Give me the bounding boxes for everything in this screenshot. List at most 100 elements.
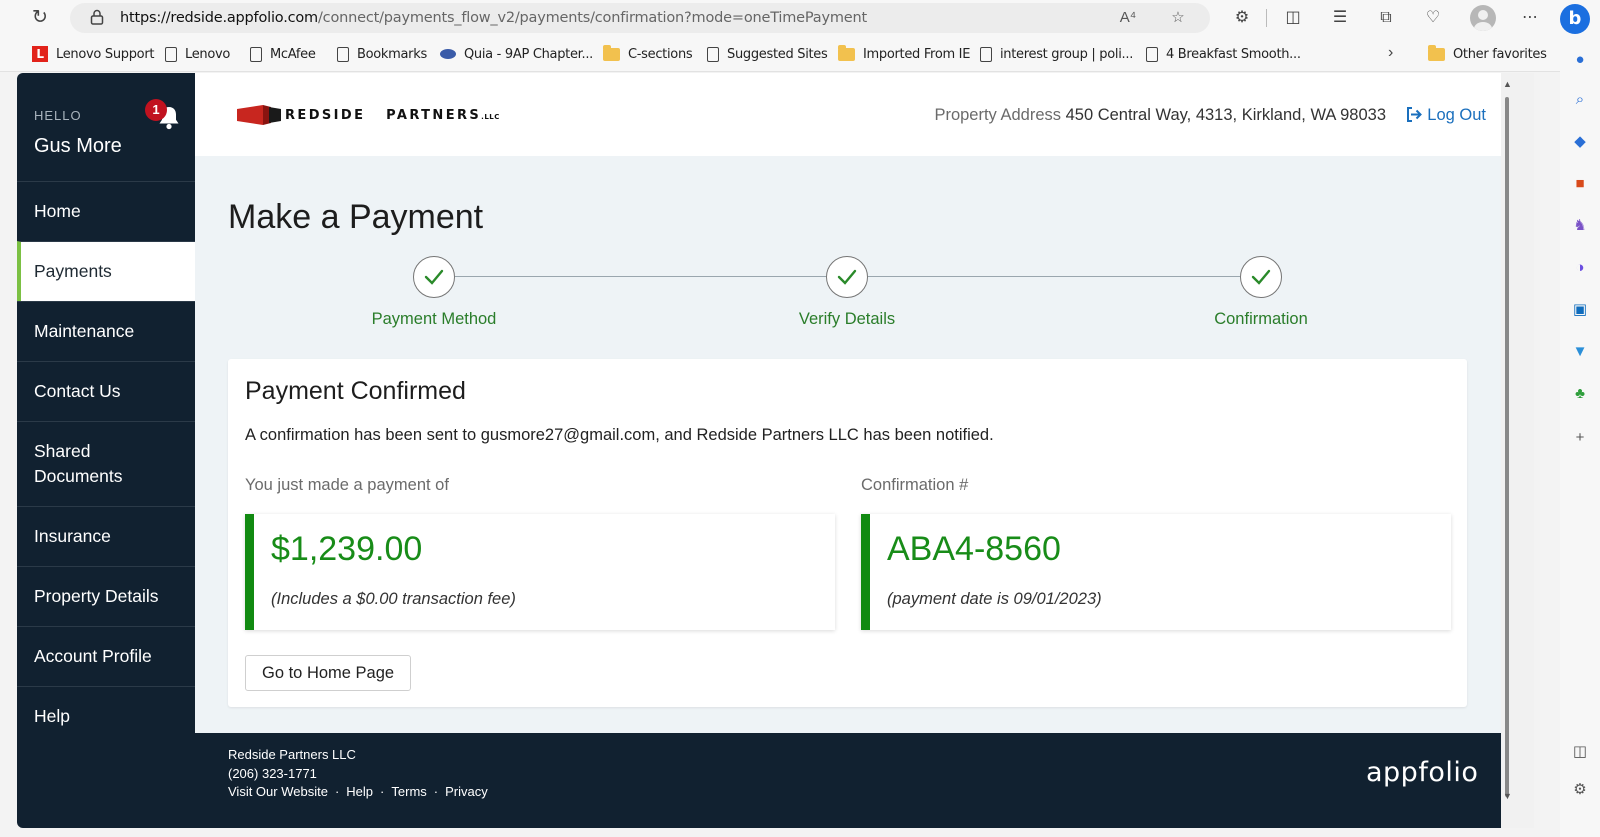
read-aloud-icon[interactable]: A⁴	[1118, 8, 1138, 28]
sidebar-item-help[interactable]: Help	[17, 686, 195, 746]
footer-separator: ·	[433, 784, 439, 799]
payment-date-note: (payment date is 09/01/2023)	[887, 590, 1102, 608]
footer-link-website[interactable]: Visit Our Website	[228, 784, 328, 799]
bookmark-mcafee[interactable]: McAfee	[250, 44, 316, 64]
quia-icon	[440, 49, 456, 59]
sidebar-item-property-details[interactable]: Property Details	[17, 566, 195, 626]
copilot-icon[interactable]: ●	[1570, 50, 1590, 70]
bookmark-label: Imported From IE	[863, 46, 971, 62]
notification-badge[interactable]: 1	[145, 99, 167, 121]
bookmark-label: Bookmarks	[357, 46, 427, 62]
lock-icon[interactable]	[90, 9, 104, 25]
sidebar-item-home[interactable]: Home	[17, 181, 195, 241]
reload-icon[interactable]: ↻	[28, 6, 52, 30]
chevron-right-icon[interactable]: ›	[1388, 44, 1393, 62]
step-check-icon	[826, 256, 868, 298]
bookmark-interest-group[interactable]: interest group | poli...	[980, 44, 1133, 64]
sidebar-item-maintenance[interactable]: Maintenance	[17, 301, 195, 361]
footer-phone: (206) 323-1771	[228, 766, 317, 781]
address-bar[interactable]: https://redside.appfolio.com/connect/pay…	[70, 3, 1210, 33]
sidebar-item-insurance[interactable]: Insurance	[17, 506, 195, 566]
bookmark-lenovo-support[interactable]: L Lenovo Support	[32, 44, 154, 64]
logout-label: Log Out	[1427, 106, 1486, 124]
settings-gear-icon[interactable]: ⚙	[1570, 780, 1590, 800]
amount-label: You just made a payment of	[245, 476, 449, 494]
footer-links: Visit Our Website · Help · Terms · Privacy	[228, 784, 488, 799]
browser-essentials-icon[interactable]: ♡	[1421, 6, 1445, 30]
page-scrollbar[interactable]: ▲ ▼	[1501, 73, 1534, 828]
logout-link[interactable]: Log Out	[1406, 106, 1486, 125]
footer-link-help[interactable]: Help	[346, 784, 373, 799]
url-host: https://redside.appfolio.com	[120, 10, 318, 26]
outlook-icon[interactable]: ▣	[1570, 300, 1590, 320]
footer-link-terms[interactable]: Terms	[391, 784, 426, 799]
sidebar-item-payments[interactable]: Payments	[17, 241, 195, 301]
bookmark-imported-from-ie[interactable]: Imported From IE	[838, 44, 970, 64]
confirmation-message: A confirmation has been sent to gusmore2…	[245, 426, 994, 444]
amount-panel: $1,239.00 (Includes a $0.00 transaction …	[245, 514, 835, 630]
bookmark-bookmarks[interactable]: Bookmarks	[337, 44, 427, 64]
folder-icon	[603, 44, 620, 61]
scroll-up-icon[interactable]: ▲	[1503, 79, 1512, 89]
page-icon	[165, 46, 177, 62]
sidebar-toggle-icon[interactable]: ◫	[1570, 742, 1590, 762]
sidebar-item-shared-documents[interactable]: Shared Documents	[17, 421, 195, 506]
fee-note: (Includes a $0.00 transaction fee)	[271, 590, 516, 608]
redside-logo-mark-icon	[237, 105, 281, 125]
bookmark-c-sections[interactable]: C-sections	[603, 44, 693, 64]
search-icon[interactable]: ⌕	[1570, 90, 1590, 110]
games-icon[interactable]: ♞	[1570, 216, 1590, 236]
sidebar-nav: Home Payments Maintenance Contact Us Sha…	[17, 181, 195, 746]
bookmark-label: Quia - 9AP Chapter...	[464, 46, 594, 62]
page-icon	[337, 46, 349, 62]
footer-separator: ·	[334, 784, 340, 799]
extensions-icon[interactable]: ⚙	[1230, 6, 1254, 30]
more-menu-icon[interactable]: ⋯	[1518, 6, 1542, 30]
microsoft-365-icon[interactable]: ◑	[1570, 258, 1590, 278]
sidebar-item-account-profile[interactable]: Account Profile	[17, 626, 195, 686]
page-icon	[1146, 46, 1158, 62]
profile-avatar[interactable]	[1470, 5, 1496, 31]
split-screen-icon[interactable]: ◫	[1281, 6, 1305, 30]
favorites-icon[interactable]: ☰	[1328, 6, 1352, 30]
tools-icon[interactable]: ■	[1570, 174, 1590, 194]
collections-icon[interactable]: ⧉	[1374, 6, 1398, 30]
tree-icon[interactable]: ♣	[1570, 384, 1590, 404]
step-check-icon	[1240, 256, 1282, 298]
confirmation-title: Payment Confirmed	[245, 377, 466, 405]
drop-icon[interactable]: ▼	[1570, 342, 1590, 362]
step-confirmation: Confirmation	[1161, 256, 1361, 329]
property-address: Property Address 450 Central Way, 4313, …	[934, 106, 1386, 125]
url-text[interactable]: https://redside.appfolio.com/connect/pay…	[120, 10, 867, 26]
footer-link-privacy[interactable]: Privacy	[445, 784, 488, 799]
step-payment-method: Payment Method	[334, 256, 534, 329]
brand-name: REDSIDE PARTNERS.LLC	[285, 108, 500, 123]
step-verify-details: Verify Details	[747, 256, 947, 329]
page-viewport: HELLO Gus More 1 Home Payments Maintenan…	[17, 73, 1534, 828]
bookmark-breakfast-smoothies[interactable]: 4 Breakfast Smooth...	[1146, 44, 1301, 64]
greeting-label: HELLO	[34, 108, 82, 123]
footer-company: Redside Partners LLC	[228, 747, 356, 762]
url-path: /connect/payments_flow_v2/payments/confi…	[317, 10, 867, 26]
step-check-icon	[413, 256, 455, 298]
step-label: Payment Method	[371, 310, 497, 328]
page-icon	[250, 46, 262, 62]
shopping-tag-icon[interactable]: ◆	[1570, 132, 1590, 152]
bookmark-quia[interactable]: Quia - 9AP Chapter...	[440, 44, 593, 64]
sidebar-item-contact-us[interactable]: Contact Us	[17, 361, 195, 421]
scroll-thumb[interactable]	[1505, 97, 1509, 797]
add-icon[interactable]: +	[1570, 428, 1590, 448]
bookmark-suggested-sites[interactable]: Suggested Sites	[707, 44, 828, 64]
bookmark-label: Other favorites	[1453, 46, 1547, 62]
bookmark-other-favorites[interactable]: Other favorites	[1428, 44, 1547, 64]
go-to-home-button[interactable]: Go to Home Page	[245, 655, 412, 691]
lenovo-logo-icon: L	[32, 46, 48, 62]
scroll-down-icon[interactable]: ▼	[1503, 791, 1512, 801]
footer-separator: ·	[380, 784, 385, 799]
bing-copilot-icon[interactable]: b	[1560, 4, 1590, 34]
bookmark-lenovo[interactable]: Lenovo	[165, 44, 230, 64]
bookmark-label: 4 Breakfast Smooth...	[1166, 46, 1301, 62]
favorite-star-icon[interactable]: ☆	[1168, 8, 1188, 28]
step-label: Verify Details	[798, 310, 896, 328]
confirmation-number: ABA4-8560	[887, 530, 1061, 568]
